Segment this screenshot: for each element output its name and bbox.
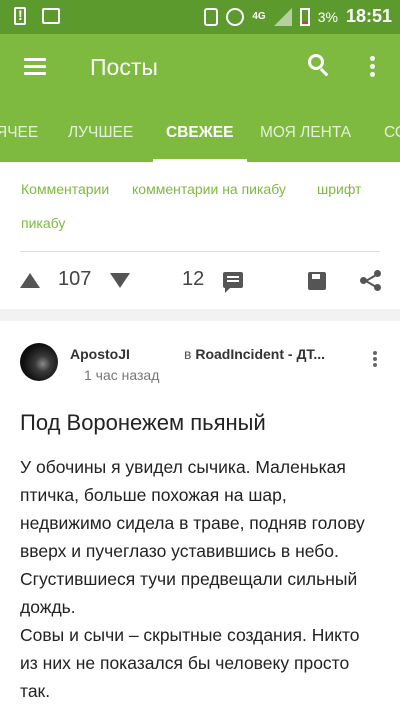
- community-prefix: в: [184, 346, 192, 362]
- tab-fresh[interactable]: СВЕЖЕЕ: [166, 124, 233, 142]
- previous-post-card: Комментарии комментарии на пикабу шрифт …: [0, 162, 400, 309]
- menu-icon[interactable]: [24, 58, 46, 76]
- tab-hot[interactable]: ЯЧЕЕ: [0, 124, 38, 142]
- search-icon[interactable]: [308, 54, 334, 80]
- network-type: 4G: [252, 11, 266, 22]
- post-title[interactable]: Под Воронежем пьяный: [20, 410, 266, 436]
- signal-icon: [273, 7, 292, 26]
- tab-communities[interactable]: СО: [384, 124, 400, 142]
- tag[interactable]: Комментарии: [21, 181, 109, 197]
- community-link[interactable]: в RoadIncident - ДТ...: [184, 346, 325, 362]
- upvote-icon[interactable]: [20, 273, 40, 288]
- post-paragraph: У обочины я увидел сычика. Маленькая пти…: [20, 457, 365, 617]
- post-body: У обочины я увидел сычика. Маленькая пти…: [20, 453, 380, 705]
- author-name[interactable]: ApostoJI: [70, 346, 130, 362]
- comments-count: 12: [182, 268, 205, 290]
- post-card: ApostoJI 1 час назад в RoadIncident - ДТ…: [0, 321, 400, 711]
- tab-best[interactable]: ЛУЧШЕЕ: [68, 124, 133, 142]
- tag[interactable]: пикабу: [21, 215, 65, 231]
- tab-bar: ЯЧЕЕ ЛУЧШЕЕ СВЕЖЕЕ МОЯ ЛЕНТА СО: [0, 100, 400, 162]
- avatar[interactable]: [20, 343, 58, 381]
- vibrate-icon: [204, 7, 219, 26]
- save-icon[interactable]: [308, 272, 326, 290]
- share-icon[interactable]: [360, 270, 382, 292]
- app-bar: Посты: [0, 34, 400, 100]
- community-name: RoadIncident - ДТ...: [195, 346, 326, 362]
- image-icon: [42, 8, 60, 24]
- status-bar: 4G 3% 18:51: [0, 0, 400, 34]
- tag[interactable]: шрифт: [317, 181, 361, 197]
- alarm-icon: [226, 7, 245, 26]
- battery-percent: 3%: [317, 8, 338, 25]
- alert-icon: [14, 7, 26, 25]
- downvote-icon[interactable]: [110, 273, 130, 288]
- post-score: 107: [58, 268, 92, 290]
- more-vert-icon[interactable]: [366, 56, 378, 80]
- tab-my-feed[interactable]: МОЯ ЛЕНТА: [260, 124, 351, 142]
- comment-icon[interactable]: [223, 272, 243, 293]
- battery-icon: [299, 7, 310, 26]
- tag[interactable]: комментарии на пикабу: [132, 181, 286, 197]
- post-paragraph: Совы и сычи – скрытные создания. Никто и…: [20, 625, 360, 701]
- page-title: Посты: [90, 54, 158, 80]
- post-more-icon[interactable]: [372, 351, 378, 369]
- clock: 18:51: [345, 6, 392, 26]
- post-time: 1 час назад: [84, 367, 160, 383]
- divider: [20, 251, 380, 252]
